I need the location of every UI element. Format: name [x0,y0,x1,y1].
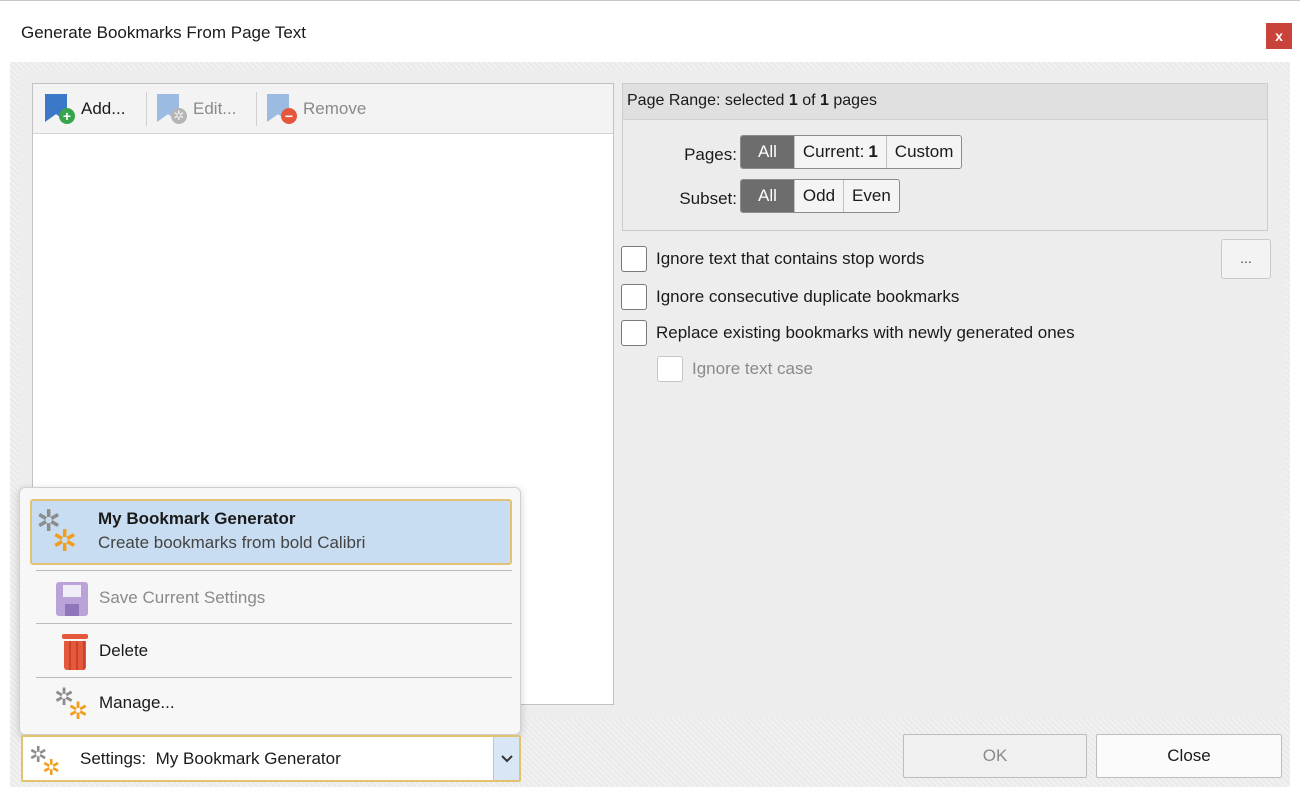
manage-item[interactable]: ✲ ✲ Manage... [30,681,512,729]
ok-button[interactable]: OK [903,734,1087,778]
settings-dropdown[interactable]: ✲ ✲ Settings: My Bookmark Generator [21,735,521,782]
close-window-button[interactable]: x [1266,23,1292,49]
remove-bookmark-icon: − [263,92,297,126]
replace-existing-checkbox[interactable] [621,320,647,346]
save-current-settings-item[interactable]: Save Current Settings [30,574,512,622]
total-count: 1 [820,92,829,109]
ignore-case-checkbox[interactable] [657,356,683,382]
pages-current-option[interactable]: Current: 1 [793,136,886,168]
subset-odd-option[interactable]: Odd [793,180,843,212]
gear-icon: ✲ ✲ [29,742,61,780]
menu-divider [36,677,512,678]
edit-bookmark-icon: ✲ [153,92,187,126]
add-button[interactable]: + Add... [41,90,125,128]
trash-icon [62,634,88,670]
pages-custom-option[interactable]: Custom [885,136,962,168]
title-bar: Generate Bookmarks From Page Text x [0,0,1300,62]
menu-divider [36,623,512,624]
remove-label: Remove [303,99,367,118]
stop-words-button[interactable]: ... [1221,239,1271,279]
generator-subtitle: Create bookmarks from bold Calibri [98,533,366,552]
settings-dropdown-arrow[interactable] [493,737,519,780]
ignore-stop-words-checkbox[interactable] [621,246,647,272]
gear-icon: ✲ ✲ [36,505,78,558]
subset-even-option[interactable]: Even [843,180,899,212]
edit-label: Edit... [193,99,237,118]
add-label: Add... [81,99,126,118]
settings-menu: ✲ ✲ My Bookmark Generator Create bookmar… [19,487,521,735]
toolbar-divider [146,92,147,126]
pages-segmented-control: All Current: 1 Custom [740,135,963,169]
edit-button[interactable]: ✲ Edit... [153,90,236,128]
ignore-duplicates-label: Ignore consecutive duplicate bookmarks [656,287,960,306]
generator-title: My Bookmark Generator [98,509,296,528]
menu-item-my-bookmark-generator[interactable]: ✲ ✲ My Bookmark Generator Create bookmar… [30,499,512,565]
ignore-stop-words-label: Ignore text that contains stop words [656,249,925,268]
subset-segmented-control: All Odd Even [740,179,900,213]
ignore-duplicates-checkbox[interactable] [621,284,647,310]
list-toolbar: + Add... ✲ Edit... − Remove [33,84,613,134]
save-settings-label: Save Current Settings [99,588,266,607]
add-bookmark-icon: + [41,92,75,126]
subset-all-option[interactable]: All [741,180,794,212]
pages-label: Pages: [684,145,737,164]
subset-label: Subset: [679,189,737,208]
ignore-case-label: Ignore text case [692,359,813,378]
manage-label: Manage... [99,693,175,712]
save-icon [56,582,88,616]
gear-icon: ✲ ✲ [54,684,89,725]
pages-all-option[interactable]: All [741,136,794,168]
replace-existing-label: Replace existing bookmarks with newly ge… [656,323,1075,342]
page-range-group: Page Range: selected 1 of 1 pages Pages:… [622,83,1268,231]
page-range-header: Page Range: selected 1 of 1 pages [623,84,1267,120]
toolbar-divider [256,92,257,126]
chevron-down-icon [500,754,513,762]
delete-item[interactable]: Delete [30,628,512,676]
menu-divider [36,570,512,571]
remove-button[interactable]: − Remove [263,90,366,128]
selected-count: 1 [788,92,798,109]
close-button[interactable]: Close [1096,734,1282,778]
window-title: Generate Bookmarks From Page Text [21,23,307,42]
settings-value: Settings: My Bookmark Generator [80,749,341,768]
delete-label: Delete [99,641,149,660]
